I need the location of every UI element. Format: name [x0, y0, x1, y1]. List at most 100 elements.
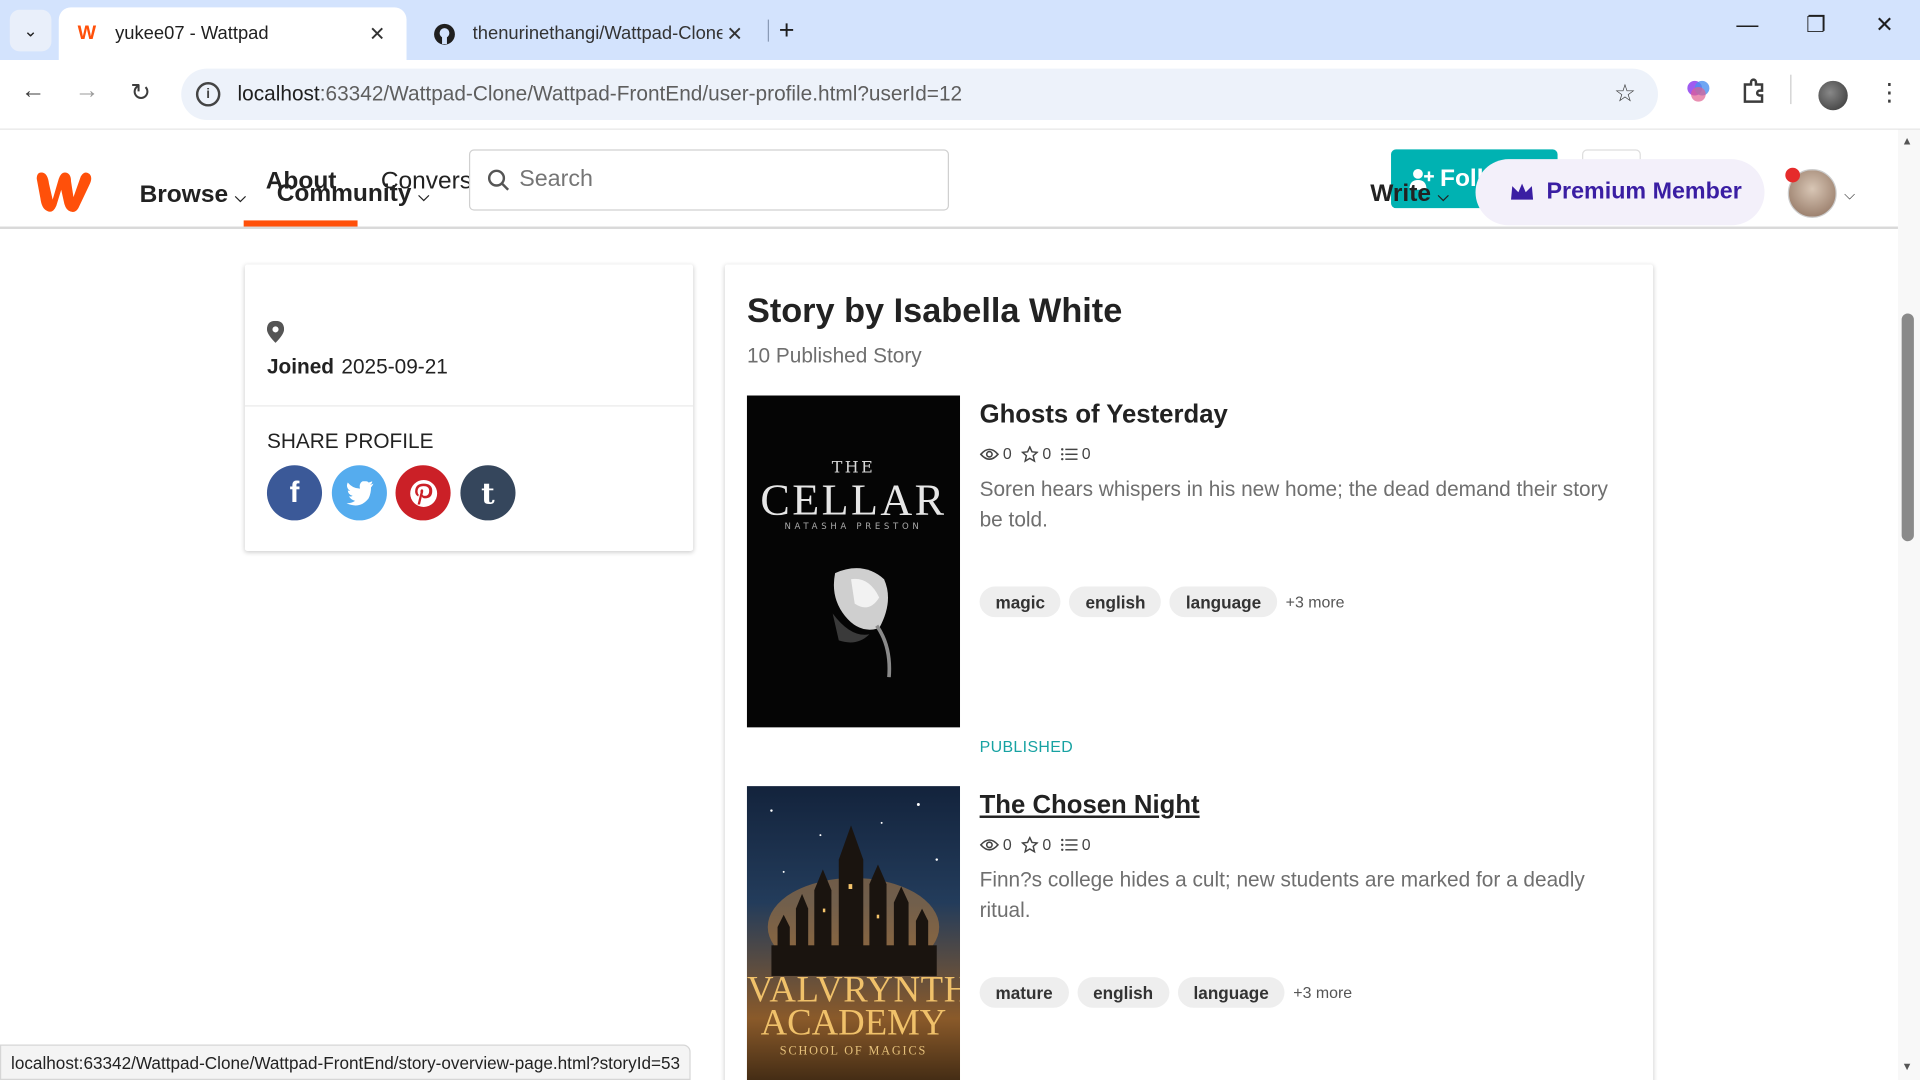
close-tab-icon[interactable]: ✕ — [365, 21, 389, 45]
active-nav-indicator — [243, 220, 358, 227]
premium-member-badge[interactable]: Premium Member — [1475, 159, 1765, 226]
bookmark-star-icon[interactable]: ☆ — [1614, 78, 1636, 109]
tab-title: thenurinethangi/Wattpad-Clone — [472, 23, 723, 45]
story-title[interactable]: Ghosts of Yesterday — [980, 400, 1228, 429]
wattpad-favicon-icon: W — [77, 22, 97, 44]
page-scrollbar[interactable]: ▲ ▼ — [1897, 129, 1920, 1080]
story-stats: 0 0 0 — [979, 444, 1101, 463]
github-favicon-icon — [433, 23, 455, 45]
parts-stat: 0 — [1061, 444, 1091, 463]
profile-info-card: Joined 2025-09-21 SHARE PROFILE f t — [244, 264, 694, 552]
more-tags-link[interactable]: +3 more — [1286, 593, 1345, 611]
list-icon — [1061, 447, 1079, 460]
search-input[interactable] — [519, 166, 912, 194]
cover-subtitle: SCHOOL OF MAGICS — [779, 1044, 928, 1058]
chevron-down-icon: ⌵ — [1437, 187, 1449, 205]
chevron-down-icon: ⌵ — [234, 188, 247, 206]
close-window-icon[interactable]: ✕ — [1860, 12, 1909, 38]
search-box[interactable] — [468, 149, 949, 211]
facebook-share-button[interactable]: f — [266, 465, 323, 521]
crown-icon — [1511, 183, 1534, 200]
tag-chip[interactable]: language — [1177, 977, 1285, 1008]
pinterest-share-button[interactable] — [395, 465, 451, 521]
tab-separator — [767, 19, 769, 42]
scroll-up-icon[interactable]: ▲ — [1902, 135, 1913, 147]
forward-icon[interactable]: → — [69, 77, 106, 105]
site-info-icon[interactable]: i — [195, 82, 221, 107]
divider — [244, 405, 694, 407]
toolbar-divider — [1790, 74, 1792, 105]
story-cover[interactable]: VALVRYNTH ACADEMY SCHOOL OF MAGICS — [746, 786, 961, 1080]
nav-conversations[interactable]: Convers — [381, 168, 472, 196]
star-icon — [1021, 445, 1039, 463]
tumblr-share-button[interactable]: t — [460, 465, 516, 521]
views-stat: 0 — [979, 835, 1012, 853]
story-cover[interactable]: THE CELLAR NATASHA PRESTON — [746, 395, 961, 728]
stories-panel: Story by Isabella White 10 Published Sto… — [724, 264, 1654, 1080]
extensions-icon[interactable] — [1740, 77, 1767, 111]
menu-kebab-icon[interactable]: ⋮ — [1877, 77, 1901, 108]
wattpad-logo-icon[interactable] — [34, 167, 93, 216]
story-title[interactable]: The Chosen Night — [980, 791, 1200, 820]
story-item[interactable]: THE CELLAR NATASHA PRESTON Ghosts of Yes… — [746, 395, 1631, 776]
site-header: Browse ⌵ About Community ⌵ Convers Foll … — [0, 130, 1898, 229]
minimize-icon[interactable]: — — [1723, 12, 1772, 38]
chevron-down-icon[interactable]: ⌵ — [1844, 186, 1855, 204]
scroll-down-icon[interactable]: ▼ — [1902, 1060, 1913, 1072]
votes-stat: 0 — [1021, 835, 1051, 853]
browser-profile-avatar[interactable] — [1818, 80, 1848, 111]
address-bar[interactable]: i localhost:63342/Wattpad-Clone/Wattpad-… — [181, 68, 1658, 121]
reload-icon[interactable]: ↻ — [122, 77, 159, 108]
tab-bar: ⌄ W yukee07 - Wattpad ✕ thenurinethangi/… — [0, 0, 1920, 61]
list-icon — [1061, 838, 1079, 851]
gemini-icon[interactable] — [1685, 77, 1712, 111]
close-tab-icon[interactable]: ✕ — [722, 21, 746, 45]
restore-icon[interactable]: ❐ — [1791, 12, 1840, 38]
facebook-icon: f — [289, 475, 300, 509]
status-bar-url: localhost:63342/Wattpad-Clone/Wattpad-Fr… — [0, 1044, 692, 1080]
tag-chip[interactable]: mature — [979, 977, 1069, 1008]
tag-chip[interactable]: magic — [979, 586, 1061, 618]
story-description: Soren hears whispers in his new home; th… — [979, 477, 1608, 532]
tumblr-icon: t — [481, 475, 495, 511]
more-tags-link[interactable]: +3 more — [1293, 983, 1352, 1001]
story-tags: mature english language +3 more — [979, 977, 1352, 1008]
tab-github[interactable]: thenurinethangi/Wattpad-Clone ✕ — [416, 7, 764, 60]
status-badge: PUBLISHED — [979, 737, 1074, 756]
story-description: Finn?s college hides a cult; new student… — [979, 868, 1585, 923]
back-icon[interactable]: ← — [15, 77, 52, 105]
tag-chip[interactable]: english — [1077, 977, 1170, 1008]
tab-search-button[interactable]: ⌄ — [9, 9, 52, 52]
flower-illustration — [832, 568, 892, 678]
nav-browse[interactable]: Browse ⌵ — [140, 181, 246, 209]
pinterest-icon — [409, 479, 437, 507]
page-content: Browse ⌵ About Community ⌵ Convers Foll … — [0, 129, 1898, 1080]
notification-dot — [1785, 167, 1801, 183]
location-pin-icon — [266, 320, 285, 343]
cover-title: ACADEMY — [760, 1002, 947, 1044]
published-count: 10 Published Story — [746, 344, 922, 368]
twitter-icon — [345, 480, 373, 505]
new-tab-icon[interactable]: + — [779, 15, 795, 47]
page-title: Story by Isabella White — [746, 291, 1123, 330]
story-stats: 0 0 0 — [979, 835, 1101, 853]
tag-chip[interactable]: language — [1169, 586, 1278, 618]
browser-window: ⌄ W yukee07 - Wattpad ✕ thenurinethangi/… — [0, 0, 1920, 1080]
story-tags: magic english language +3 more — [979, 586, 1345, 618]
eye-icon — [979, 838, 1000, 850]
address-url[interactable]: localhost:63342/Wattpad-Clone/Wattpad-Fr… — [238, 82, 963, 106]
search-icon — [487, 169, 510, 191]
star-icon — [1021, 835, 1039, 853]
votes-stat: 0 — [1021, 444, 1051, 463]
tab-title: yukee07 - Wattpad — [115, 23, 269, 45]
premium-label: Premium Member — [1546, 178, 1742, 205]
nav-write[interactable]: Write ⌵ — [1370, 180, 1449, 208]
scrollbar-thumb[interactable] — [1901, 313, 1914, 542]
eye-icon — [979, 447, 1000, 460]
tag-chip[interactable]: english — [1069, 586, 1162, 618]
parts-stat: 0 — [1061, 835, 1091, 853]
views-stat: 0 — [979, 444, 1012, 463]
story-item[interactable]: VALVRYNTH ACADEMY SCHOOL OF MAGICS The C… — [746, 786, 1631, 1080]
tab-wattpad[interactable]: W yukee07 - Wattpad ✕ — [58, 7, 407, 61]
twitter-share-button[interactable] — [331, 465, 387, 521]
